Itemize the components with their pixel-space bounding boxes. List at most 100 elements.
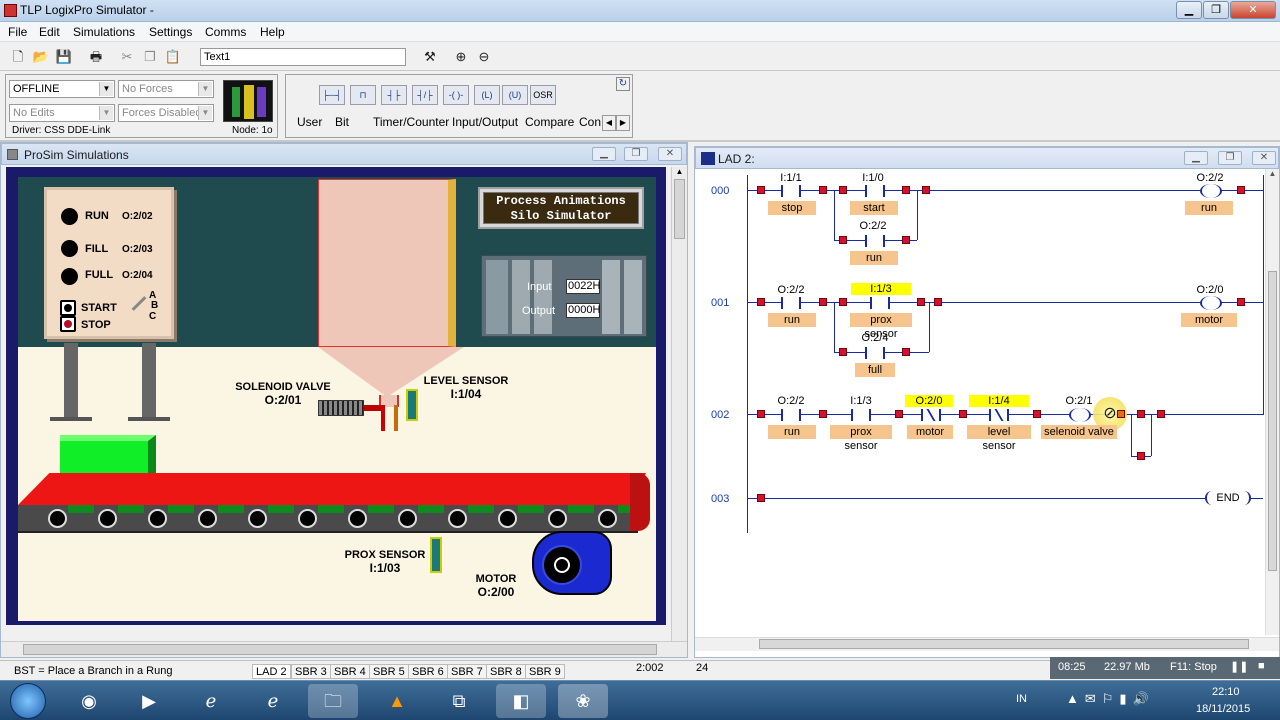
pause-icon[interactable]: ❚❚ [1230, 660, 1248, 673]
branch-button[interactable]: ⊓ [350, 85, 376, 105]
refresh-icon[interactable]: ↻ [616, 77, 630, 91]
paint-app-icon[interactable]: ❀ [558, 684, 608, 718]
chrome-icon[interactable]: ◉ [64, 684, 114, 718]
lad-hscrollbar[interactable] [695, 637, 1279, 651]
print-icon[interactable]: 🖶 [86, 47, 106, 67]
menu-comms[interactable]: Comms [201, 24, 250, 40]
cut-icon[interactable]: ✂ [117, 47, 137, 67]
tray-icons[interactable]: ▲✉⚐▮🔊 [1066, 691, 1155, 707]
screen-capture-icon[interactable]: ⧉ [434, 684, 484, 718]
otl-button[interactable]: (L) [474, 85, 500, 105]
ote-button[interactable]: -( )- [443, 85, 469, 105]
tab-scroll-right-button[interactable]: ▶ [616, 115, 630, 131]
xic-contact[interactable] [865, 235, 885, 247]
stop-button[interactable] [60, 316, 76, 332]
osr-button[interactable]: OSR [530, 85, 556, 105]
prosim-hscrollbar[interactable] [1, 641, 687, 657]
mode-select[interactable]: OFFLINE ▼ [9, 80, 115, 98]
solenoid-valve[interactable] [318, 400, 364, 416]
zoom-out-icon[interactable]: ⊖ [474, 47, 494, 67]
media-player-icon[interactable]: ▶ [124, 684, 174, 718]
prox-label: PROX SENSOR I:1/03 [340, 549, 430, 575]
rung-button[interactable]: ├─┤ [319, 85, 345, 105]
menu-settings[interactable]: Settings [145, 24, 196, 40]
edits-select[interactable]: No Edits ▼ [9, 104, 115, 122]
close-button[interactable]: ✕ [1230, 1, 1276, 19]
tab-sbr-7[interactable]: SBR 7 [447, 664, 487, 679]
xic-contact[interactable] [870, 297, 890, 309]
xio-button[interactable]: ┤/├ [412, 85, 438, 105]
xic-contact[interactable] [781, 409, 801, 421]
copy-icon[interactable]: ❐ [140, 47, 160, 67]
maximize-button[interactable]: ❐ [1203, 1, 1229, 19]
tab-user[interactable]: User [297, 115, 322, 129]
xic-contact[interactable] [781, 297, 801, 309]
tab-sbr-9[interactable]: SBR 9 [525, 664, 565, 679]
start-button[interactable] [60, 300, 76, 316]
tab-sbr-6[interactable]: SBR 6 [408, 664, 448, 679]
prosim-vscrollbar[interactable]: ▲ [671, 167, 687, 641]
tab-sbr-4[interactable]: SBR 4 [330, 664, 370, 679]
tab-timer-counter[interactable]: Timer/Counter [373, 115, 449, 129]
xic-contact[interactable] [865, 185, 885, 197]
xic-contact[interactable] [865, 347, 885, 359]
otu-button[interactable]: (U) [502, 85, 528, 105]
tab-scroll-left-button[interactable]: ◀ [602, 115, 616, 131]
start-orb-icon[interactable] [10, 683, 46, 719]
start-label: START [81, 302, 117, 314]
lad-title-bar: LAD 2: ▁ ❐ ✕ [695, 147, 1279, 169]
output-coil[interactable] [1200, 296, 1222, 310]
tab-bit[interactable]: Bit [335, 115, 349, 129]
ie-icon[interactable]: ℯ [186, 684, 236, 718]
xic-contact[interactable] [851, 409, 871, 421]
tab-sbr-5[interactable]: SBR 5 [369, 664, 409, 679]
output-coil[interactable] [1069, 408, 1091, 422]
tools-icon[interactable]: ⚒ [420, 47, 440, 67]
menu-bar: File Edit Simulations Settings Comms Hel… [0, 22, 1280, 42]
tab-sbr-8[interactable]: SBR 8 [486, 664, 526, 679]
xic-button[interactable]: ┤├ [381, 85, 407, 105]
file-explorer-icon[interactable]: 🗀 [308, 684, 358, 718]
selector-switch[interactable] [131, 296, 147, 311]
paste-icon[interactable]: 📋 [163, 47, 183, 67]
output-coil[interactable] [1200, 184, 1222, 198]
lad-vscrollbar[interactable]: ▲ [1265, 169, 1279, 635]
contact-tag: run [768, 425, 816, 439]
lad-close-button[interactable]: ✕ [1252, 151, 1276, 165]
coil-addr: O:2/2 [1196, 172, 1224, 184]
xio-contact[interactable] [921, 409, 941, 421]
tab-input-output[interactable]: Input/Output [452, 115, 518, 129]
tab-compare[interactable]: Compare [525, 115, 574, 129]
prosim-minimize-button[interactable]: ▁ [592, 147, 616, 161]
lad-maximize-button[interactable]: ❐ [1218, 151, 1242, 165]
menu-simulations[interactable]: Simulations [69, 24, 139, 40]
menu-help[interactable]: Help [256, 24, 289, 40]
xic-contact[interactable] [781, 185, 801, 197]
save-icon[interactable]: 💾 [54, 47, 74, 67]
contact-addr-highlighted: O:2/0 [905, 395, 953, 407]
xio-contact[interactable] [989, 409, 1009, 421]
prosim-close-button[interactable]: ✕ [658, 147, 682, 161]
lad-minimize-button[interactable]: ▁ [1184, 151, 1208, 165]
menu-file[interactable]: File [4, 24, 31, 40]
menu-edit[interactable]: Edit [35, 24, 64, 40]
language-indicator[interactable]: IN [1016, 693, 1027, 705]
stop-icon[interactable]: ■ [1258, 660, 1265, 672]
recorder-time: 08:25 [1058, 661, 1086, 673]
zoom-in-icon[interactable]: ⊕ [451, 47, 471, 67]
tab-con[interactable]: Con [579, 115, 601, 129]
mode-value: OFFLINE [13, 83, 60, 95]
tab-sbr-3[interactable]: SBR 3 [291, 664, 331, 679]
forces-state-select[interactable]: Forces Disabled ▼ [118, 104, 214, 122]
minimize-button[interactable]: ▁ [1176, 1, 1202, 19]
open-folder-icon[interactable]: 📂 [31, 47, 51, 67]
vlc-icon[interactable]: ▲ [372, 684, 422, 718]
ie-alt-icon[interactable]: ℯ [248, 684, 298, 718]
new-file-icon[interactable]: 🗋 [8, 47, 28, 67]
tab-lad-2[interactable]: LAD 2 [252, 664, 291, 679]
motor-label: MOTOR O:2/00 [466, 573, 526, 599]
prosim-maximize-button[interactable]: ❐ [624, 147, 648, 161]
forces-select[interactable]: No Forces ▼ [118, 80, 214, 98]
text-field[interactable]: Text1 [200, 48, 406, 66]
logixpro-app-icon[interactable]: ◧ [496, 684, 546, 718]
